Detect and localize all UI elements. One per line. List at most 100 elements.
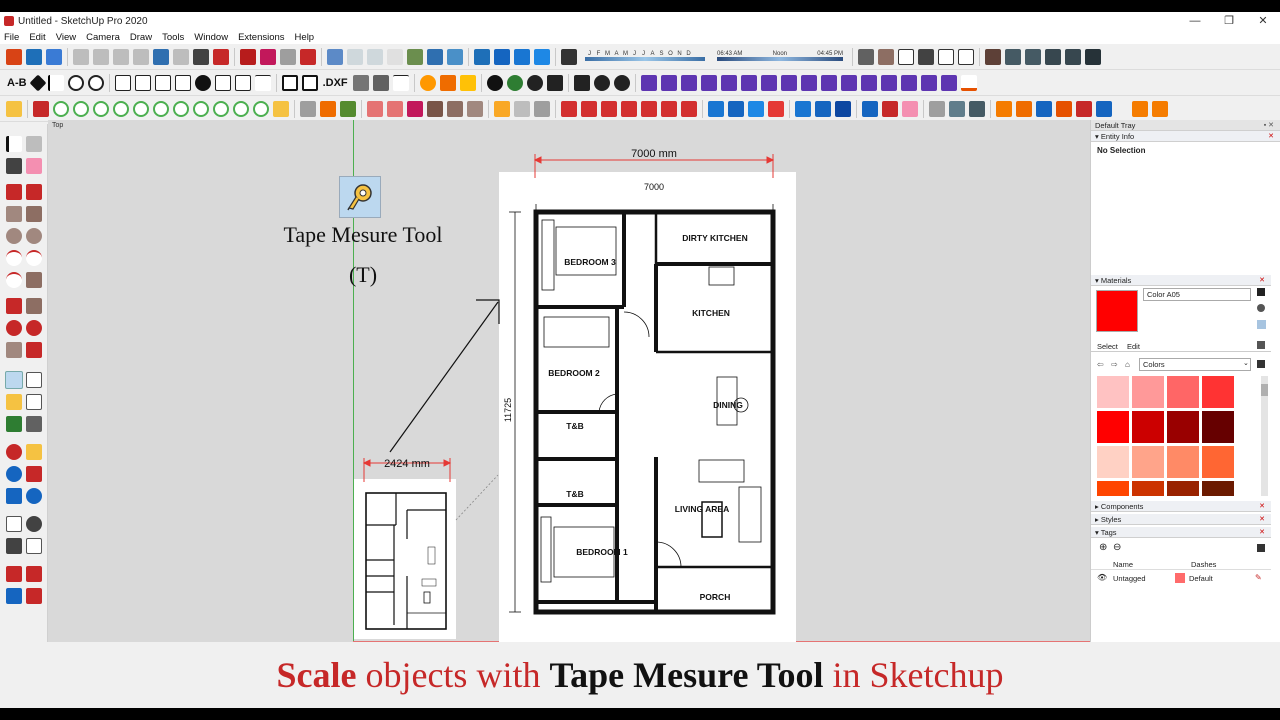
circle-green-icon[interactable]	[53, 100, 69, 117]
gear-icon[interactable]	[194, 74, 211, 91]
skin-icon[interactable]	[880, 74, 897, 91]
polygon-tool-icon[interactable]	[26, 228, 42, 244]
chart-icon[interactable]	[593, 74, 610, 91]
solid-trim-icon[interactable]	[1065, 48, 1081, 65]
solid-split-icon[interactable]	[1085, 48, 1101, 65]
rectangle-outline-icon[interactable]	[281, 74, 298, 91]
table-icon[interactable]	[214, 74, 231, 91]
layout-icon[interactable]	[372, 74, 389, 91]
dxf-export-icon[interactable]: .DXF	[323, 77, 348, 89]
copy-icon[interactable]	[93, 48, 109, 65]
chain-green-icon[interactable]	[253, 100, 269, 117]
warehouse-icon[interactable]	[240, 48, 256, 65]
cut-box-icon[interactable]	[407, 100, 423, 117]
warehouse-model-icon[interactable]	[878, 48, 894, 65]
select-arrow-icon[interactable]	[47, 74, 64, 91]
rotate-right-icon[interactable]	[882, 100, 898, 117]
columns-icon[interactable]	[174, 74, 191, 91]
make-component-icon[interactable]	[26, 136, 42, 152]
box-red-icon[interactable]	[367, 100, 383, 117]
paint-icon[interactable]	[1056, 100, 1072, 117]
extrude-icon[interactable]	[840, 74, 857, 91]
info-icon[interactable]	[613, 74, 630, 91]
materials-header[interactable]: ▾ Materials ✕	[1091, 275, 1271, 286]
arc-green-icon[interactable]	[73, 100, 89, 117]
orbit-icon[interactable]	[87, 74, 104, 91]
contour-icon[interactable]	[760, 74, 777, 91]
cube-yellow-icon[interactable]	[494, 100, 510, 117]
distribute-icon[interactable]	[154, 74, 171, 91]
solid-subtract-icon[interactable]	[1045, 48, 1061, 65]
material-swatch[interactable]	[1202, 376, 1234, 408]
close-icon[interactable]: ✕	[1259, 514, 1265, 525]
menu-tools[interactable]: Tools	[162, 32, 184, 43]
material-swatch[interactable]	[1097, 481, 1129, 496]
line-red-icon[interactable]	[6, 184, 22, 200]
sandbox-icon[interactable]	[640, 74, 657, 91]
default-material-icon[interactable]	[1257, 320, 1266, 329]
material-swatch[interactable]	[1167, 411, 1199, 443]
top-view-icon[interactable]	[494, 48, 510, 65]
cube-explode-icon[interactable]	[534, 100, 550, 117]
drape-icon[interactable]	[700, 74, 717, 91]
material-name-field[interactable]: Color A05	[1143, 288, 1251, 301]
polygon-green-icon[interactable]	[113, 100, 129, 117]
material-swatch[interactable]	[1167, 481, 1199, 496]
refresh-icon[interactable]	[419, 74, 436, 91]
model-info-icon[interactable]	[213, 48, 229, 65]
share-model-icon[interactable]	[260, 48, 276, 65]
previous-view-icon[interactable]	[26, 488, 42, 504]
material-swatch[interactable]	[1132, 481, 1164, 496]
menu-window[interactable]: Window	[194, 32, 228, 43]
material-swatch[interactable]	[1202, 481, 1234, 496]
shadow-date-slider[interactable]: J F M A M J J A S O N D	[585, 51, 705, 62]
components-header[interactable]: ▸ Components ✕	[1091, 501, 1271, 512]
cut-icon[interactable]	[73, 48, 89, 65]
push-both-icon[interactable]	[748, 100, 764, 117]
library-dropdown[interactable]: Colors	[1139, 358, 1251, 371]
arrow-right-icon[interactable]	[254, 74, 271, 91]
move-axes-icon[interactable]	[234, 74, 251, 91]
hourglass-icon[interactable]	[815, 100, 831, 117]
drawing-viewport[interactable]: Top Tape Mesure Tool (T) 7000 11725 DIRT…	[48, 120, 1090, 654]
oval-green-icon[interactable]	[133, 100, 149, 117]
arc-tool-icon[interactable]	[6, 250, 22, 266]
two-point-arc-icon[interactable]	[26, 250, 42, 266]
link-green-icon[interactable]	[213, 100, 229, 117]
zoom-window-icon[interactable]	[26, 466, 42, 482]
details-icon[interactable]	[1257, 360, 1265, 368]
curviloft-5-icon[interactable]	[641, 100, 657, 117]
shaded-icon[interactable]	[407, 48, 423, 65]
curviloft-7-icon[interactable]	[681, 100, 697, 117]
section-plane-tool-icon[interactable]	[26, 538, 42, 554]
plane-icon[interactable]	[467, 100, 483, 117]
material-swatch[interactable]	[1097, 446, 1129, 478]
right-view-icon[interactable]	[534, 48, 550, 65]
pencil-icon[interactable]: ✎	[1255, 573, 1262, 582]
material-swatch[interactable]	[1132, 446, 1164, 478]
minimize-button[interactable]: —	[1178, 12, 1212, 30]
dimension-icon[interactable]	[949, 100, 965, 117]
redo-icon[interactable]	[173, 48, 189, 65]
ellipse-green-icon[interactable]	[93, 100, 109, 117]
paint-bucket-icon[interactable]	[6, 158, 22, 174]
3d-text-icon[interactable]	[26, 416, 42, 432]
material-swatch[interactable]	[1202, 446, 1234, 478]
align-left-icon[interactable]	[114, 74, 131, 91]
tag-details-icon[interactable]	[1257, 544, 1265, 552]
pie-tool-icon[interactable]	[26, 272, 42, 288]
printer-icon[interactable]	[352, 74, 369, 91]
smoove-icon[interactable]	[660, 74, 677, 91]
three-point-arc-icon[interactable]	[6, 272, 22, 288]
tag-icon[interactable]	[29, 74, 47, 91]
diagonal-icon[interactable]	[795, 100, 811, 117]
close-icon[interactable]: ✕	[1259, 501, 1265, 512]
front-view-icon[interactable]	[514, 48, 530, 65]
look-around-icon[interactable]	[26, 516, 42, 532]
tab-select[interactable]: Select	[1097, 342, 1118, 351]
styles-header[interactable]: ▸ Styles ✕	[1091, 514, 1271, 525]
vector-push-icon[interactable]	[920, 74, 937, 91]
outliner-icon[interactable]	[1036, 100, 1052, 117]
export-arrow-icon[interactable]	[392, 74, 409, 91]
building-icon[interactable]	[918, 48, 934, 65]
